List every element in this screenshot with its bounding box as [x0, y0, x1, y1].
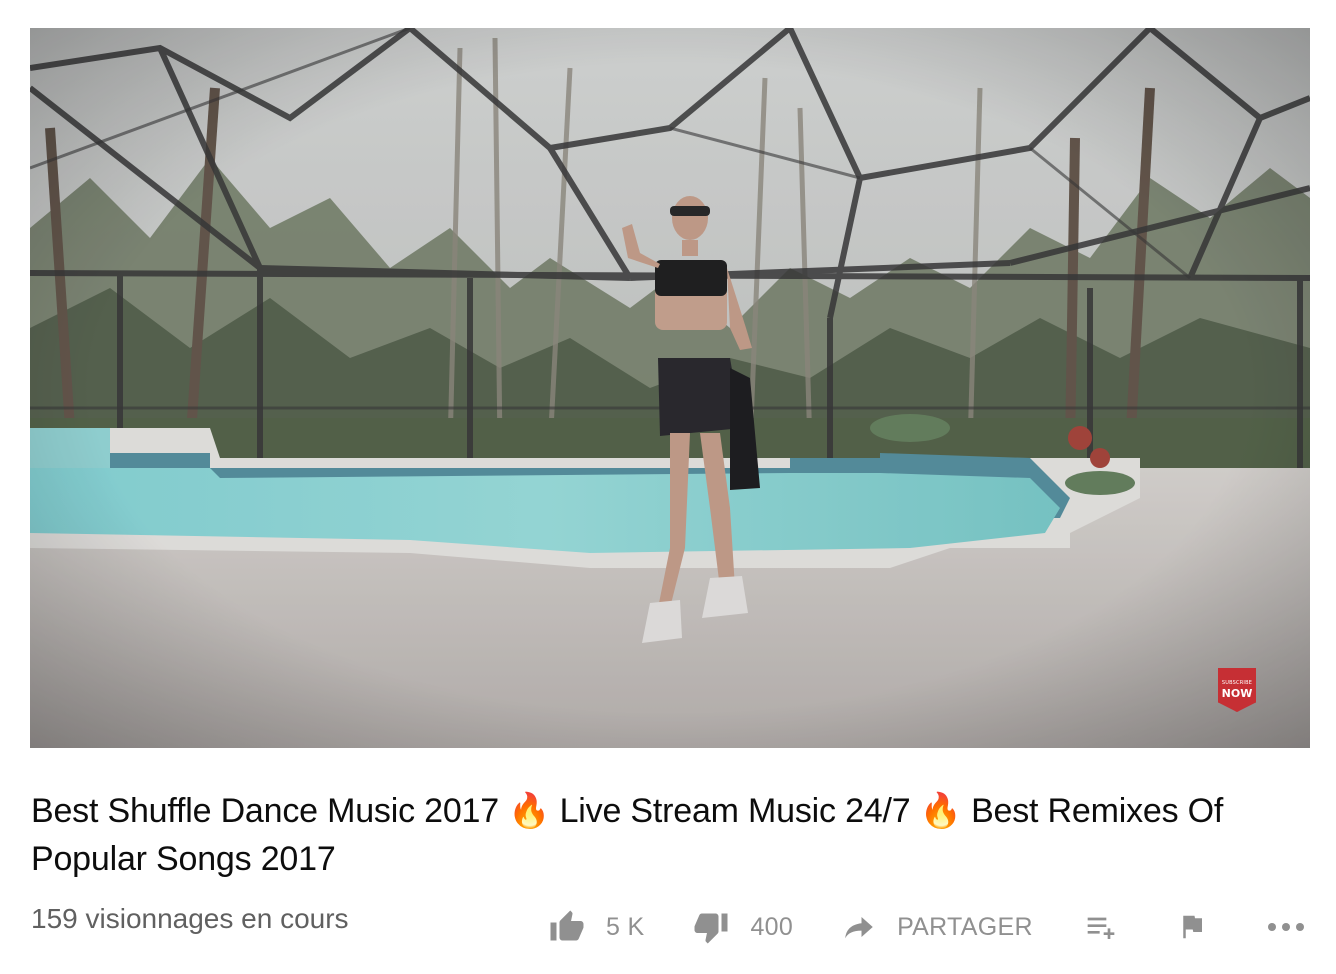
view-count: 159 visionnages en cours: [31, 903, 349, 934]
dislike-button[interactable]: 400: [692, 909, 793, 945]
share-arrow-icon: [845, 917, 873, 939]
thumbs-down-icon: [694, 913, 728, 944]
video-frame: [30, 28, 1310, 748]
share-label: PARTAGER: [897, 912, 1033, 941]
badge-small-text: SUBSCRIBE: [1221, 680, 1253, 686]
share-button[interactable]: PARTAGER: [843, 912, 1033, 942]
playlist-add-icon: [1087, 917, 1115, 939]
subscribe-now-badge[interactable]: SUBSCRIBE NOW: [1218, 668, 1256, 720]
badge-big-text: NOW: [1221, 687, 1253, 700]
like-button[interactable]: 5 K: [548, 909, 644, 945]
video-player[interactable]: SUBSCRIBE NOW: [30, 28, 1310, 748]
watch-page: SUBSCRIBE NOW Best Shuffle Dance Music 2…: [0, 0, 1336, 974]
add-to-playlist-button[interactable]: [1083, 911, 1119, 943]
dislike-count: 400: [750, 912, 794, 941]
video-title: Best Shuffle Dance Music 2017 🔥 Live Str…: [31, 792, 1224, 878]
more-actions-button[interactable]: [1267, 920, 1305, 934]
like-count: 5 K: [606, 912, 645, 941]
thumbs-up-icon: [550, 910, 584, 941]
more-horizontal-icon: [1267, 923, 1304, 931]
video-actions: 5 K 400 PARTAGER: [548, 905, 1305, 949]
flag-icon: [1183, 915, 1202, 939]
report-button[interactable]: [1177, 911, 1207, 943]
